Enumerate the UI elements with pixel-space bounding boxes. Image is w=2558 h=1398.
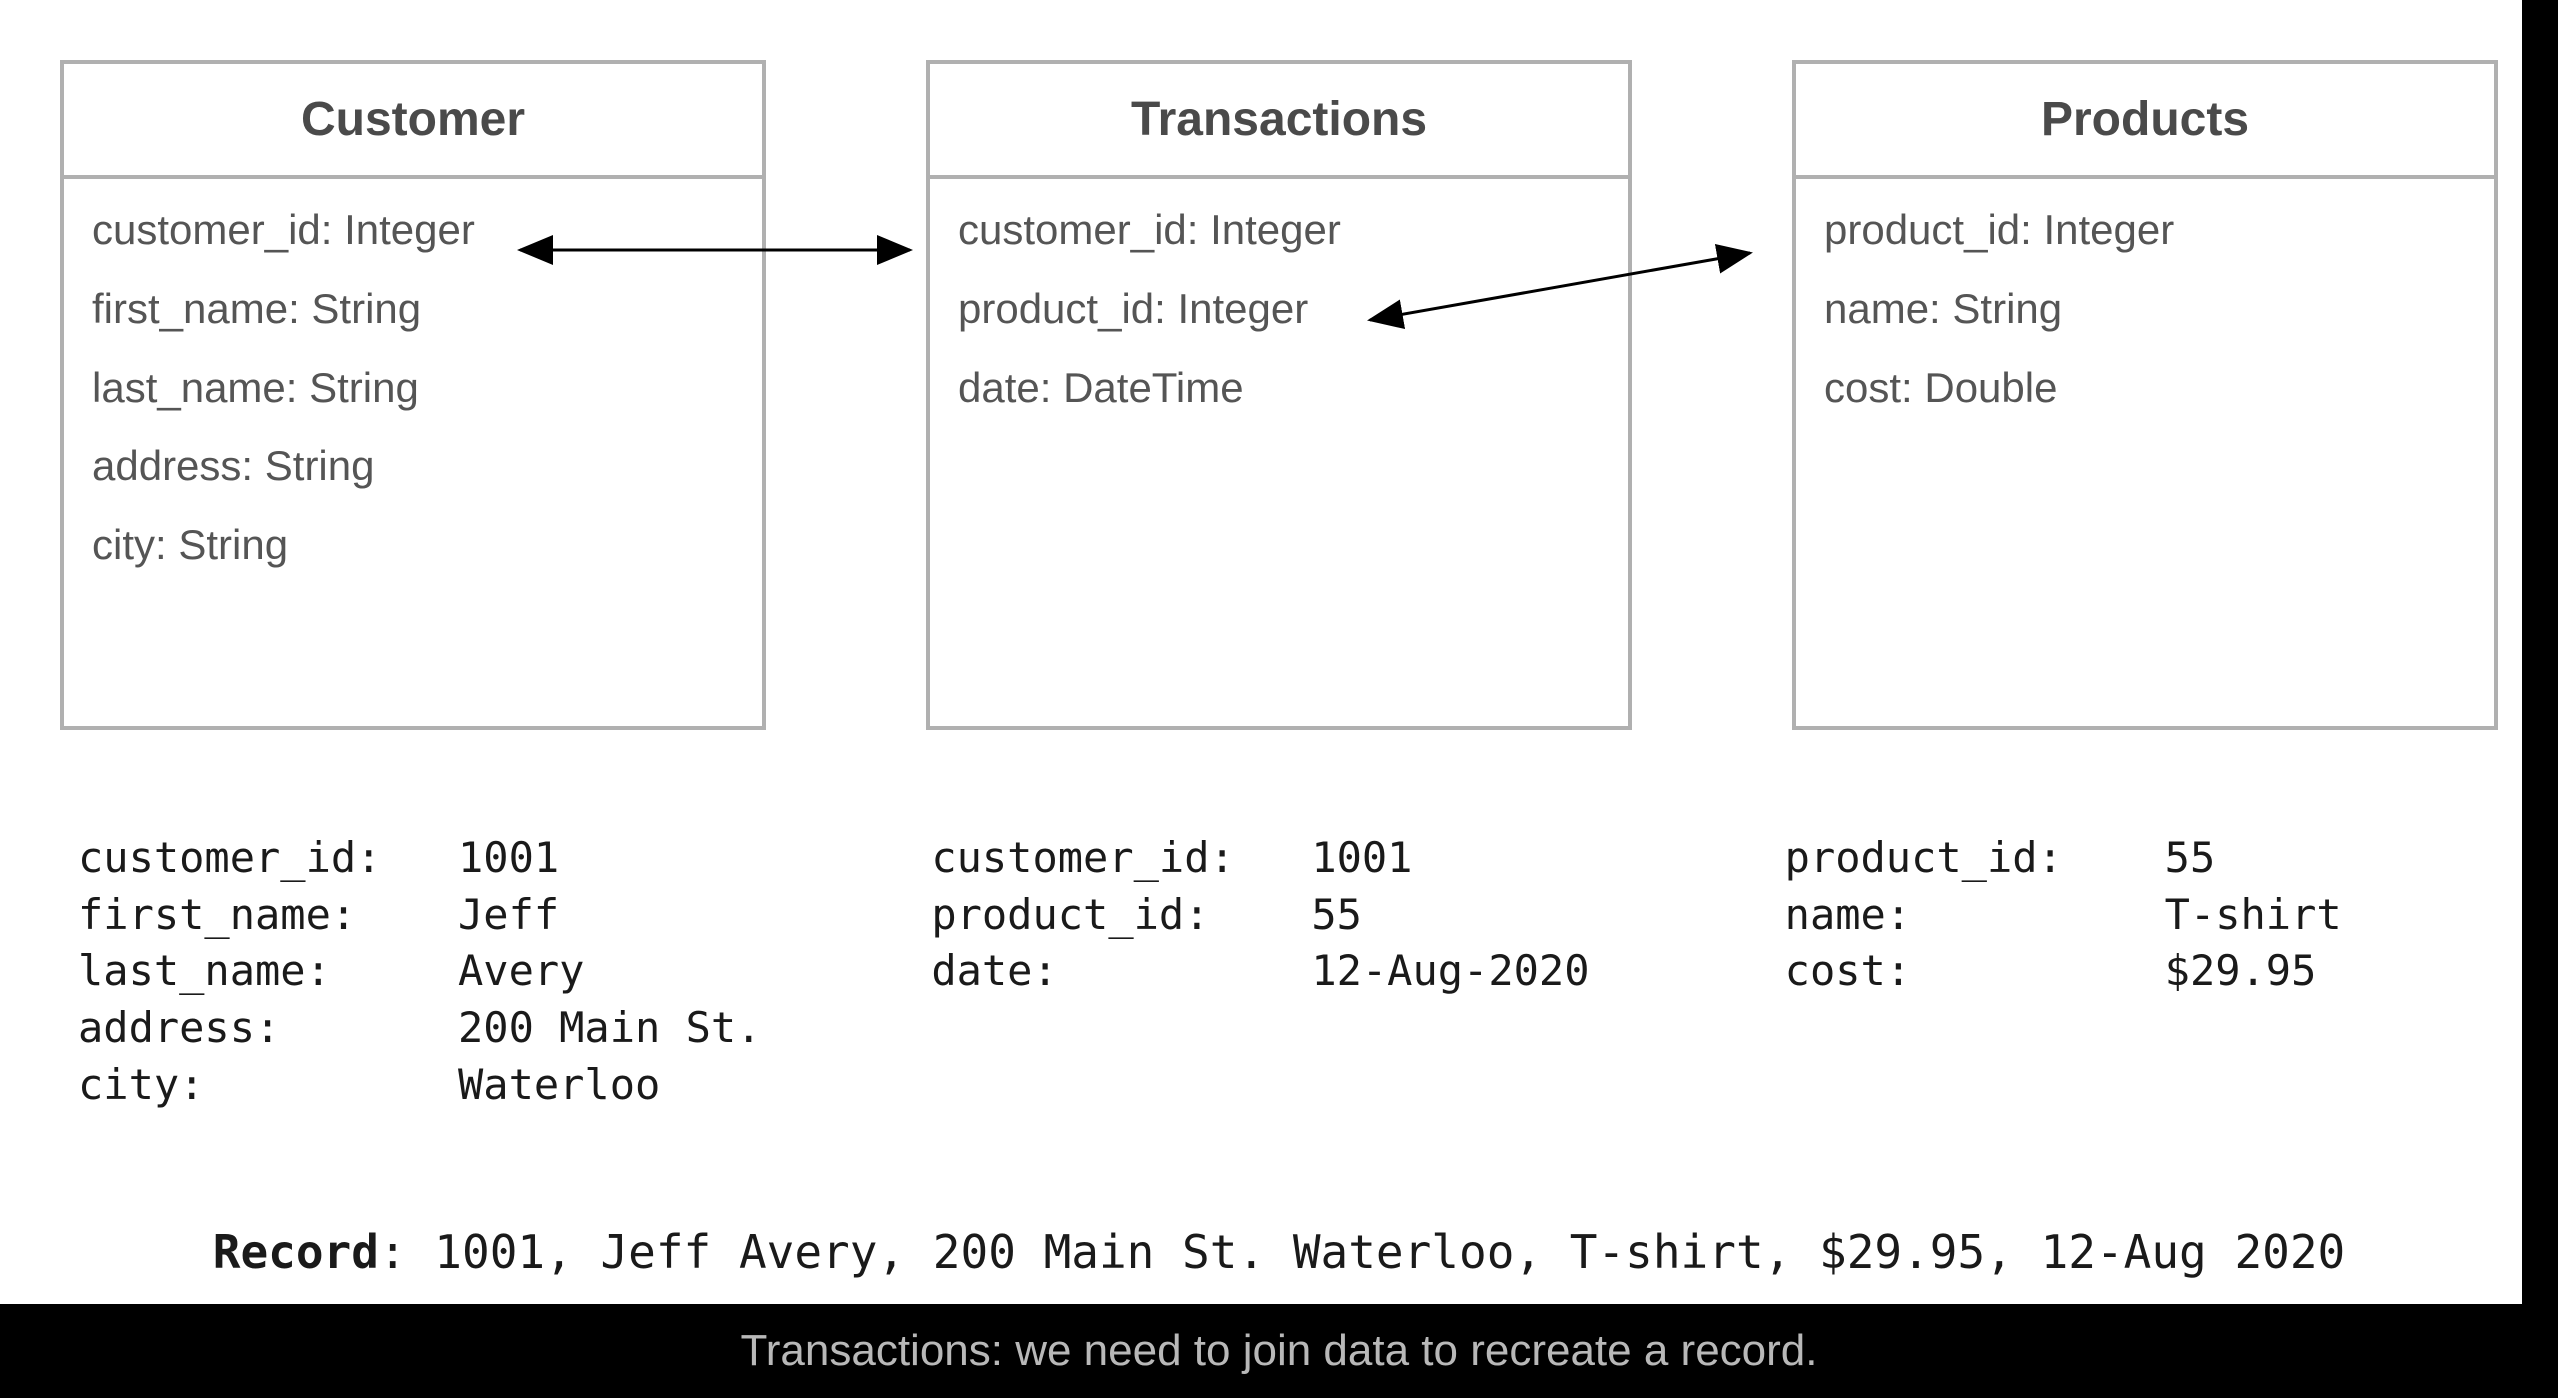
example-value: $29.95 [2165,943,2317,1000]
tables-row: Customer customer_id: Integer first_name… [60,60,2498,730]
field-first-name: first_name: String [92,280,734,339]
example-row: cost: $29.95 [1785,943,2498,1000]
field-trans-customer-id: customer_id: Integer [958,201,1600,260]
caption-text: Transactions: we need to join data to re… [741,1326,1818,1375]
example-value: 1001 [1311,830,1412,887]
example-value: 1001 [458,830,559,887]
field-product-cost: cost: Double [1824,359,2466,418]
example-value: 55 [2165,830,2216,887]
example-row: city: Waterloo [78,1057,791,1114]
example-value: 55 [1311,887,1362,944]
example-key: last_name: [78,943,458,1000]
examples-row: customer_id: 1001 first_name: Jeff last_… [78,830,2498,1113]
example-products: product_id: 55 name: T-shirt cost: $29.9… [1785,830,2498,1113]
example-row: product_id: 55 [931,887,1644,944]
example-value: 12-Aug-2020 [1311,943,1589,1000]
table-transactions-body: customer_id: Integer product_id: Integer… [930,179,1628,439]
example-key: product_id: [1785,830,2165,887]
table-transactions-title: Transactions [930,64,1628,179]
field-product-id: product_id: Integer [1824,201,2466,260]
table-products: Products product_id: Integer name: Strin… [1792,60,2498,730]
field-address: address: String [92,437,734,496]
record-label: Record [213,1225,379,1279]
table-customer-title: Customer [64,64,762,179]
example-row: customer_id: 1001 [931,830,1644,887]
right-edge-strip [2522,0,2558,1308]
example-key: address: [78,1000,458,1057]
table-customer: Customer customer_id: Integer first_name… [60,60,766,730]
example-value: Waterloo [458,1057,660,1114]
example-transactions: customer_id: 1001 product_id: 55 date: 1… [931,830,1644,1113]
table-products-body: product_id: Integer name: String cost: D… [1796,179,2494,439]
example-row: name: T-shirt [1785,887,2498,944]
field-customer-id: customer_id: Integer [92,201,734,260]
field-trans-date: date: DateTime [958,359,1600,418]
example-key: name: [1785,887,2165,944]
record-value: : 1001, Jeff Avery, 200 Main St. Waterlo… [379,1225,2345,1279]
diagram-canvas: Customer customer_id: Integer first_name… [0,0,2558,1398]
example-row: last_name: Avery [78,943,791,1000]
example-value: T-shirt [2165,887,2342,944]
field-product-name: name: String [1824,280,2466,339]
example-value: 200 Main St. [458,1000,761,1057]
table-customer-body: customer_id: Integer first_name: String … [64,179,762,597]
example-value: Jeff [458,887,559,944]
field-trans-product-id: product_id: Integer [958,280,1600,339]
table-transactions: Transactions customer_id: Integer produc… [926,60,1632,730]
example-key: first_name: [78,887,458,944]
example-key: date: [931,943,1311,1000]
example-key: product_id: [931,887,1311,944]
example-value: Avery [458,943,584,1000]
example-row: customer_id: 1001 [78,830,791,887]
example-row: date: 12-Aug-2020 [931,943,1644,1000]
table-products-title: Products [1796,64,2494,179]
example-key: customer_id: [931,830,1311,887]
joined-record: Record: 1001, Jeff Avery, 200 Main St. W… [0,1225,2558,1279]
example-customer: customer_id: 1001 first_name: Jeff last_… [78,830,791,1113]
example-key: cost: [1785,943,2165,1000]
field-last-name: last_name: String [92,359,734,418]
example-row: address: 200 Main St. [78,1000,791,1057]
example-key: customer_id: [78,830,458,887]
caption-bar: Transactions: we need to join data to re… [0,1304,2558,1398]
example-key: city: [78,1057,458,1114]
field-city: city: String [92,516,734,575]
example-row: first_name: Jeff [78,887,791,944]
example-row: product_id: 55 [1785,830,2498,887]
